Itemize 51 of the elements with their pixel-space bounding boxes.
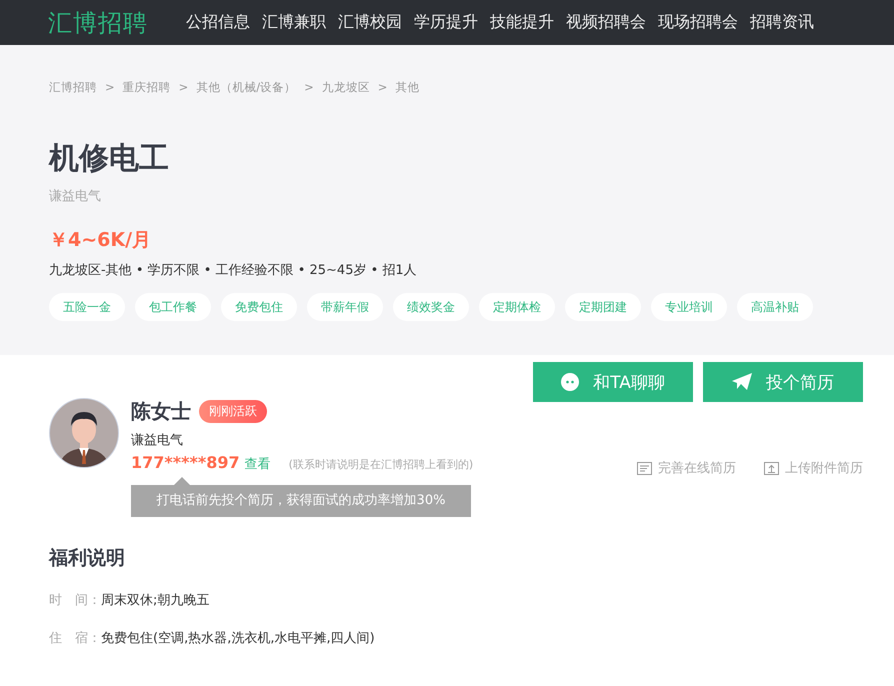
site-logo[interactable]: 汇博招聘 [48,6,148,38]
field-value: 免费包住(空调,热水器,洗衣机,水电平摊,四人间) [101,630,375,647]
nav-link[interactable]: 汇博兼职 [262,12,326,33]
upload-resume-link[interactable]: 上传附件简历 [764,459,863,477]
breadcrumb-link[interactable]: 九龙坡区 [322,80,370,95]
benefit-tag: 高温补贴 [737,293,813,321]
breadcrumb-separator: > [378,80,388,95]
breadcrumb-link[interactable]: 重庆招聘 [122,80,171,95]
contact-company: 谦益电气 [131,432,184,449]
breadcrumb-link[interactable]: 其他 [395,80,420,95]
chat-icon [561,373,580,391]
breadcrumb-separator: > [178,80,188,95]
apply-button[interactable]: 投个简历 [703,362,863,402]
breadcrumb-link[interactable]: 其他（机械/设备） [196,80,296,95]
benefit-tag: 包工作餐 [135,293,211,321]
field-value: 周末双休;朝九晚五 [101,592,210,609]
benefit-tag: 专业培训 [651,293,727,321]
benefit-tag: 定期体检 [479,293,555,321]
salary: ￥4~6K/月 [49,228,152,253]
benefit-tag: 绩效奖金 [393,293,469,321]
document-icon [637,462,652,474]
nav-link[interactable]: 现场招聘会 [658,12,738,33]
nav-link[interactable]: 公招信息 [186,12,250,33]
section-title: 福利说明 [49,546,126,571]
breadcrumb-separator: > [304,80,314,95]
paper-plane-icon [732,373,752,391]
breadcrumb-separator: > [105,80,115,95]
nav-link[interactable]: 学历提升 [414,12,478,33]
job-title: 机修电工 [49,141,170,177]
phone-number: 177*****897 [131,453,240,472]
tooltip-arrow [174,477,190,485]
field-label: 时 间： [49,592,101,609]
benefit-tag: 定期团建 [565,293,641,321]
benefit-tag: 五险一金 [49,293,125,321]
benefit-tag: 免费包住 [221,293,297,321]
online-resume-link[interactable]: 完善在线简历 [637,459,736,477]
contact-note: (联系时请说明是在汇博招聘上看到的) [288,457,474,472]
view-phone-link[interactable]: 查看 [244,455,271,473]
activity-badge: 刚刚活跃 [199,400,267,423]
benefit-tag: 带薪年假 [307,293,383,321]
nav-link[interactable]: 视频招聘会 [566,12,646,33]
upload-icon [764,462,779,474]
nav-link[interactable]: 汇博校园 [338,12,402,33]
breadcrumb-link[interactable]: 汇博招聘 [49,80,97,95]
field-label: 住 宿： [49,630,101,647]
nav-link[interactable]: 技能提升 [490,12,554,33]
nav-link[interactable]: 招聘资讯 [750,12,814,33]
company-name: 谦益电气 [49,188,102,205]
job-requirements: 九龙坡区-其他 • 学历不限 • 工作经验不限 • 25~45岁 • 招1人 [49,262,418,279]
chat-button[interactable]: 和TA聊聊 [533,362,693,402]
contact-name: 陈女士 [131,398,191,425]
